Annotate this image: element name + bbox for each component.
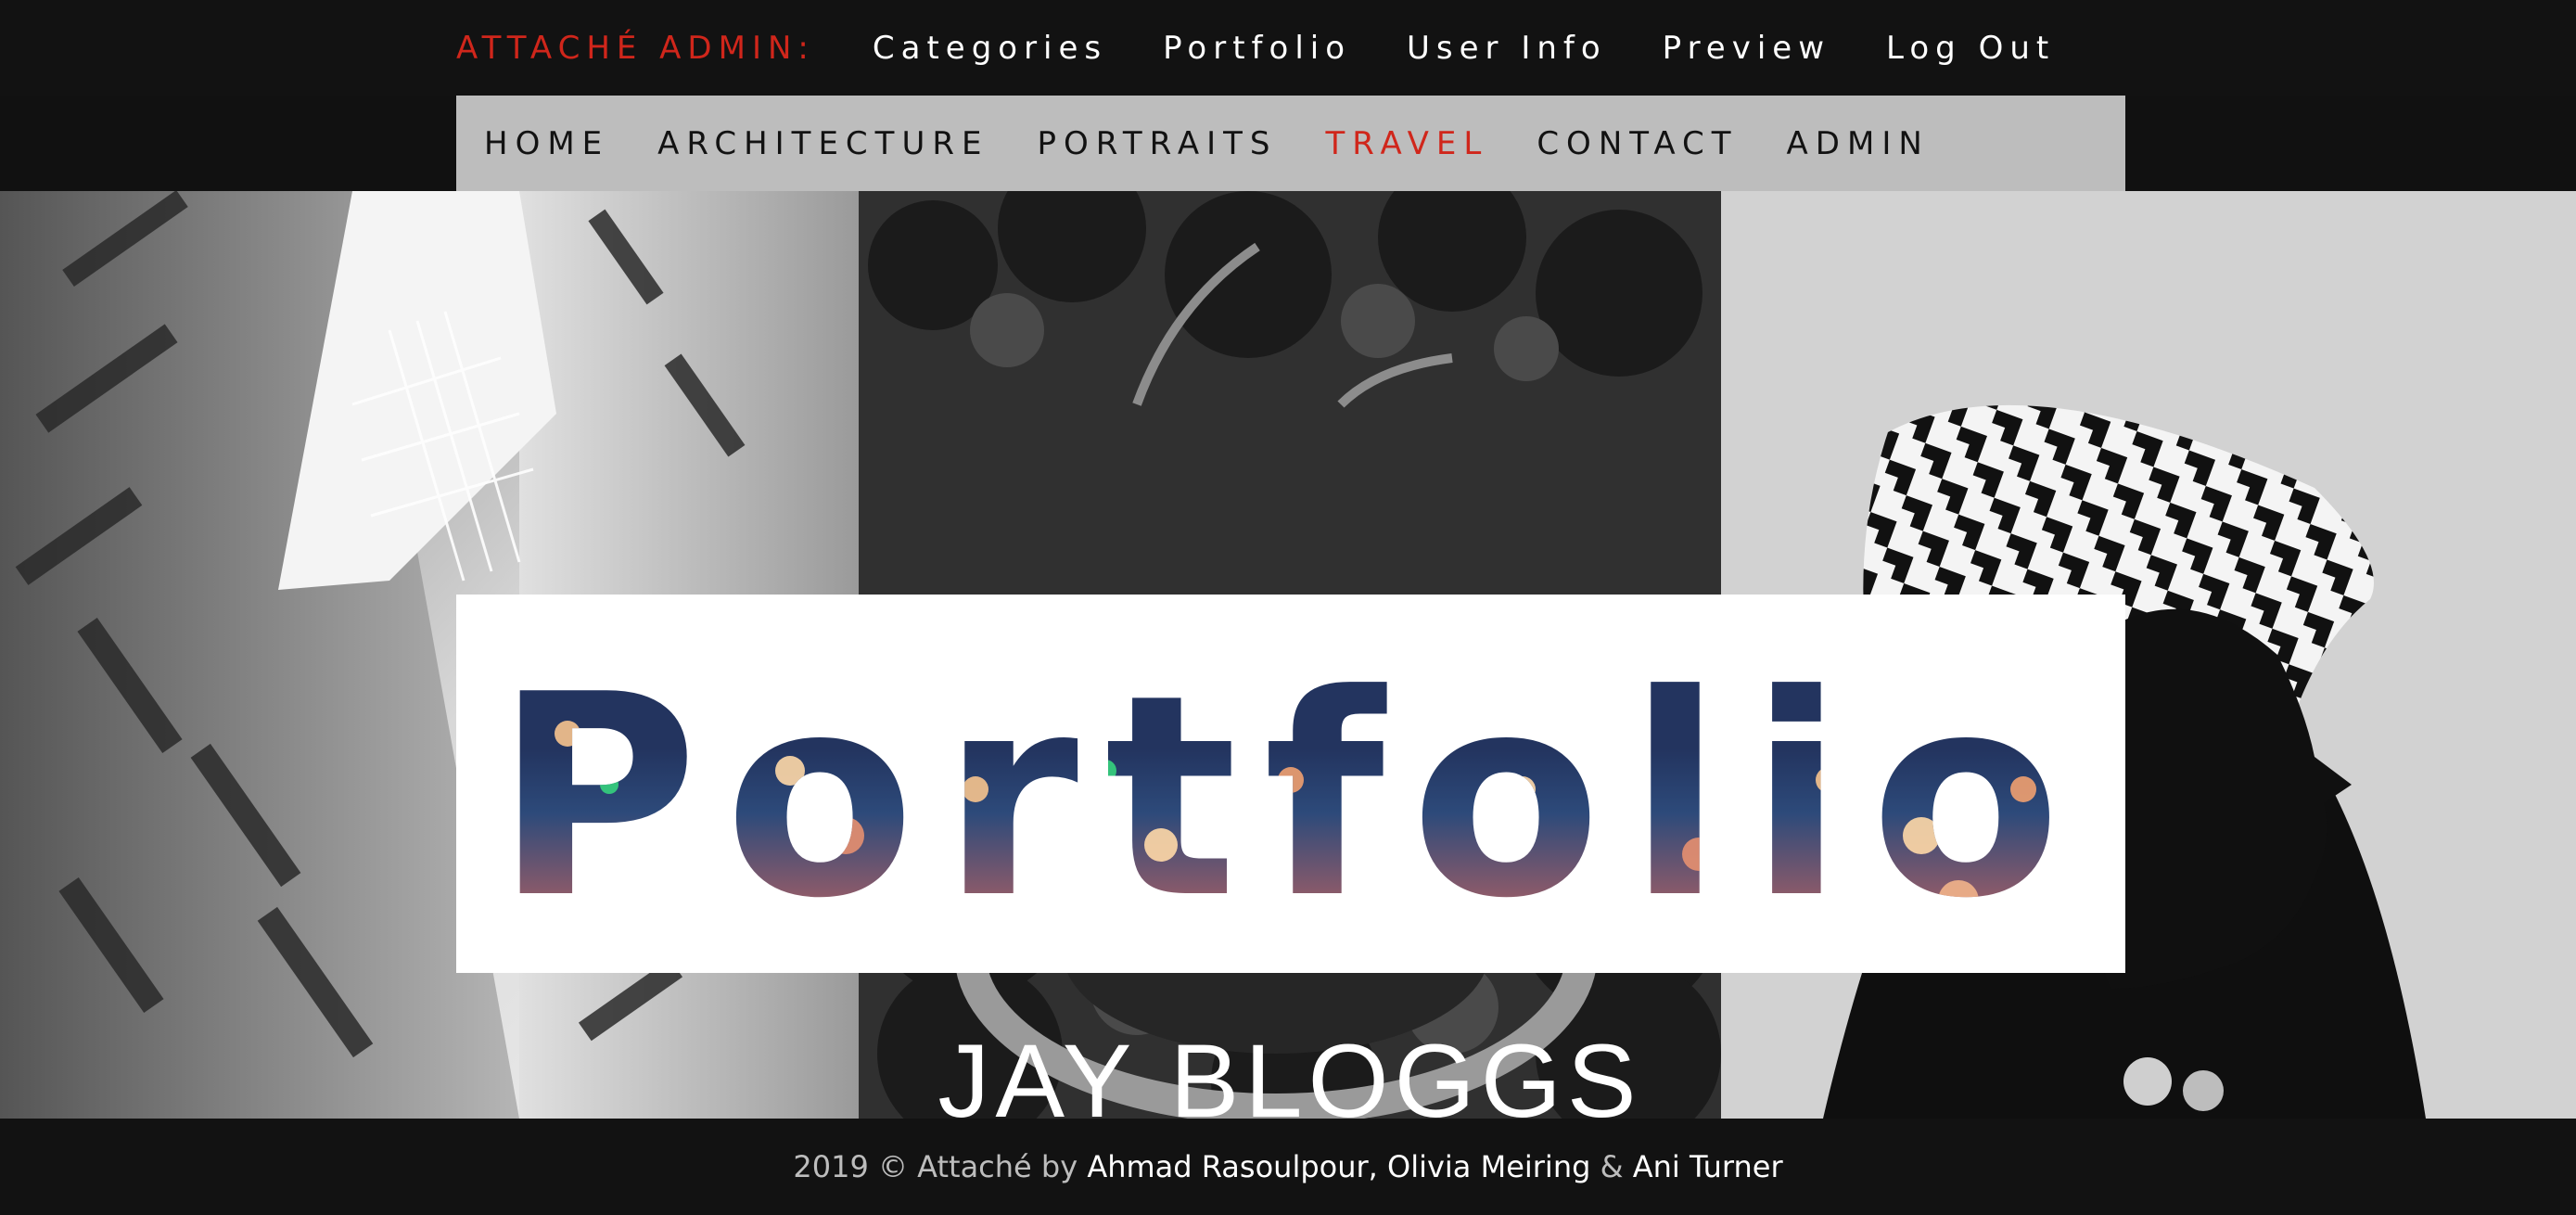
hero: Portfolio Portfolio JAY BLOGGS [0,191,2576,1119]
portfolio-title: Portfolio [494,635,2087,959]
footer-author-olivia[interactable]: Olivia Meiring [1387,1149,1590,1184]
admin-label: ATTACHÉ ADMIN: [456,29,815,67]
admin-link-categories[interactable]: Categories [873,30,1107,67]
footer-prefix: 2019 © Attaché by [793,1149,1078,1184]
nav-item-home[interactable]: HOME [484,125,609,162]
footer-separator-ampersand: & [1600,1149,1624,1184]
admin-bar-inner: ATTACHÉ ADMIN: Categories Portfolio User… [456,0,2111,96]
footer-separator-comma: , [1368,1149,1378,1184]
nav-item-admin[interactable]: ADMIN [1787,125,1930,162]
main-nav: HOME ARCHITECTURE PORTRAITS TRAVEL CONTA… [456,96,2125,191]
footer: 2019 © Attaché by Ahmad Rasoulpour, Oliv… [0,1119,2576,1215]
nav-item-contact[interactable]: CONTACT [1537,125,1738,162]
admin-link-user-info[interactable]: User Info [1407,30,1607,67]
nav-item-travel[interactable]: TRAVEL [1326,125,1489,162]
admin-link-portfolio[interactable]: Portfolio [1163,30,1351,67]
portfolio-owner-name: JAY BLOGGS [937,1023,1642,1119]
nav-item-portraits[interactable]: PORTRAITS [1037,125,1277,162]
admin-bar: ATTACHÉ ADMIN: Categories Portfolio User… [0,0,2576,96]
footer-author-ahmad[interactable]: Ahmad Rasoulpour [1087,1149,1368,1184]
nav-item-architecture[interactable]: ARCHITECTURE [657,125,988,162]
admin-link-log-out[interactable]: Log Out [1886,30,2055,67]
main-nav-items: HOME ARCHITECTURE PORTRAITS TRAVEL CONTA… [484,96,1978,191]
footer-author-ani[interactable]: Ani Turner [1633,1149,1783,1184]
admin-link-preview[interactable]: Preview [1663,30,1830,67]
portfolio-title-box: Portfolio Portfolio [456,595,2125,973]
